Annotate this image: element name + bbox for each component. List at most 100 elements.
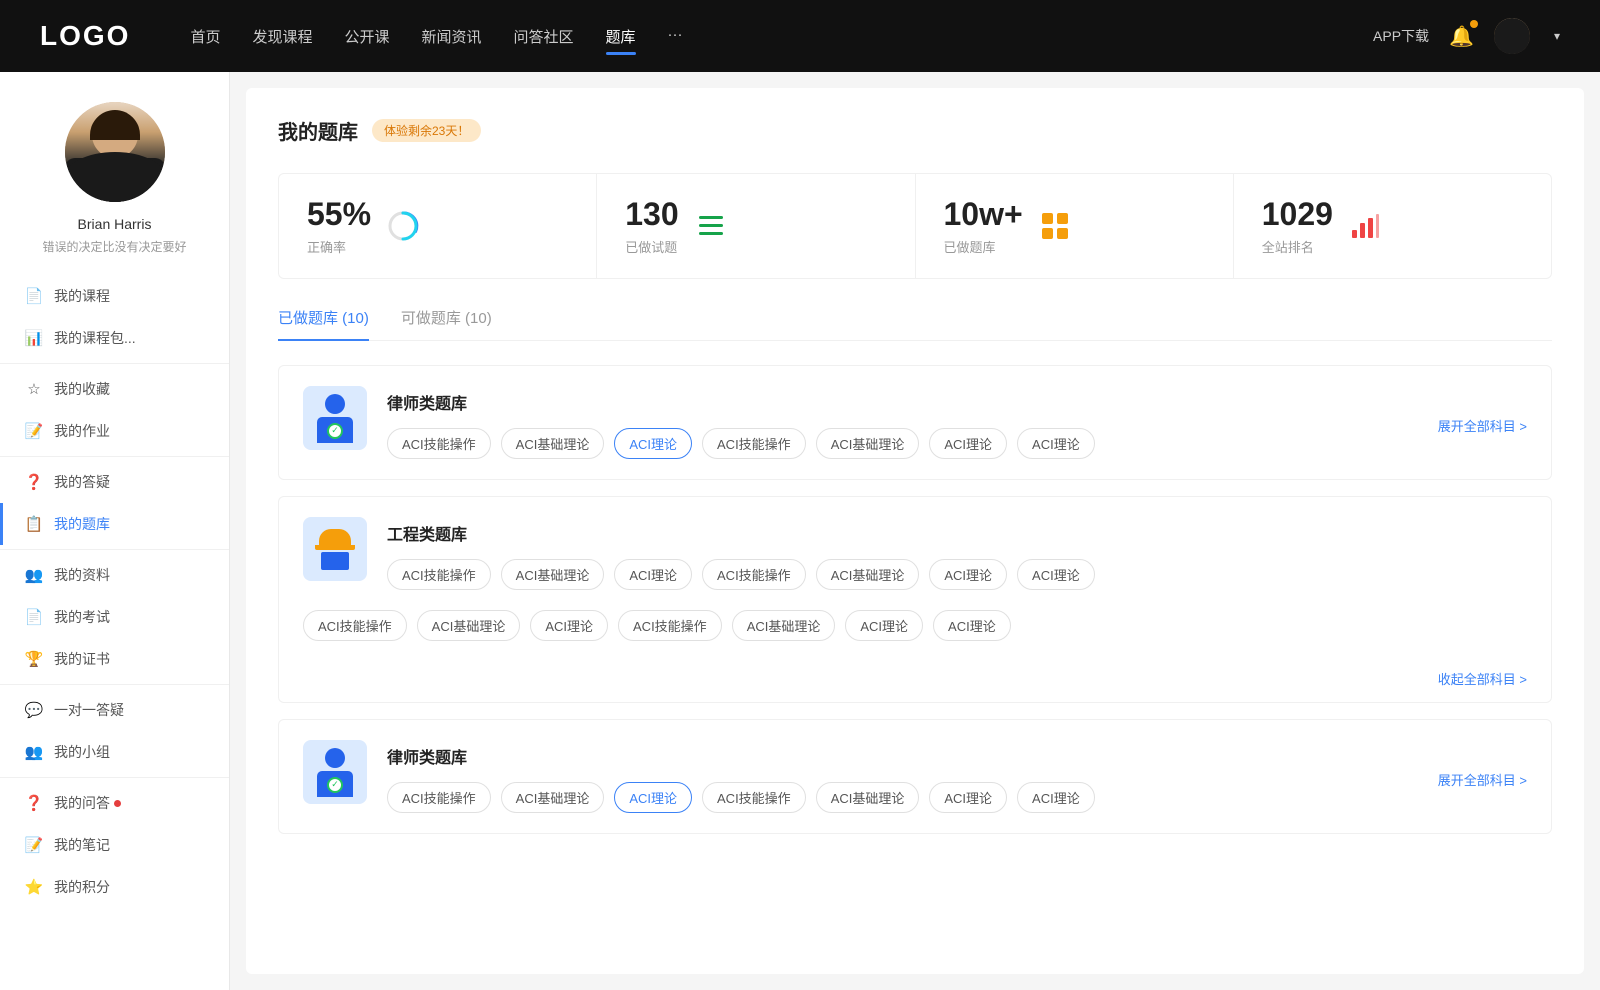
tag[interactable]: ACI技能操作 xyxy=(387,428,491,459)
sidebar-item-my-points[interactable]: ⭐我的积分 xyxy=(0,866,229,908)
stat-number: 10w+ xyxy=(944,196,1023,233)
tags-row: ACI技能操作 ACI基础理论 ACI理论 ACI技能操作 ACI基础理论 ACI理论 AC… xyxy=(387,428,1438,459)
tag[interactable]: ACI技能操作 xyxy=(387,559,491,590)
tag[interactable]: ACI理论 xyxy=(845,610,923,641)
tag[interactable]: ACI基础理论 xyxy=(816,428,920,459)
qbank-section-qbank-1: ✓ 律师类题库 ACI技能操作ACI基础理论ACI理论ACI技能操作ACI基础理… xyxy=(278,365,1552,480)
tag[interactable]: ACI理论 xyxy=(614,559,692,590)
sidebar-item-my-profile[interactable]: 👥我的资料 xyxy=(0,554,229,596)
nav-link-···[interactable]: ··· xyxy=(668,22,683,51)
sidebar-item-my-favorites[interactable]: ☆我的收藏 xyxy=(0,368,229,410)
logo[interactable]: LOGO xyxy=(40,20,130,52)
tag[interactable]: ACI理论 xyxy=(933,610,1011,641)
sidebar-item-my-homework[interactable]: 📝我的作业 xyxy=(0,410,229,452)
tag[interactable]: ACI理论 xyxy=(1017,559,1095,590)
app-download-link[interactable]: APP下载 xyxy=(1373,26,1429,46)
tag[interactable]: ACI基础理论 xyxy=(417,610,521,641)
sidebar-item-my-notes[interactable]: 📝我的笔记 xyxy=(0,824,229,866)
navbar: LOGO 首页 发现课程 公开课 新闻资讯 问答社区 题库 ··· APP下载 🔔 ▾ xyxy=(0,0,1600,72)
tag[interactable]: ACI技能操作 xyxy=(702,782,806,813)
sidebar-item-label-one-on-one: 一对一答疑 xyxy=(54,700,124,720)
my-cert-icon: 🏆 xyxy=(24,649,44,669)
tag[interactable]: ACI技能操作 xyxy=(702,559,806,590)
sidebar-divider xyxy=(0,549,229,550)
sidebar-item-my-course-pack[interactable]: 📊我的课程包... xyxy=(0,317,229,359)
tag[interactable]: ACI技能操作 xyxy=(387,782,491,813)
tag[interactable]: ACI基础理论 xyxy=(501,559,605,590)
qbank-title: 律师类题库 xyxy=(387,744,1438,768)
nav-link-问答社区[interactable]: 问答社区 xyxy=(514,22,574,51)
tag[interactable]: ACI基础理论 xyxy=(501,782,605,813)
expand-link[interactable]: 展开全部科目 > xyxy=(1438,740,1527,789)
tag[interactable]: ACI理论 xyxy=(614,782,692,813)
sidebar-item-my-exam[interactable]: 📄我的考试 xyxy=(0,596,229,638)
qbank-header: 工程类题库 ACI技能操作 ACI基础理论 ACI理论 ACI技能操作 ACI基础理论 A… xyxy=(279,497,1551,610)
grid-icon xyxy=(1037,208,1073,244)
nav-link-首页[interactable]: 首页 xyxy=(190,22,220,51)
sidebar-item-my-questions[interactable]: ❓我的问答 xyxy=(0,782,229,824)
chart-pie xyxy=(385,208,421,244)
tag[interactable]: ACI基础理论 xyxy=(501,428,605,459)
one-on-one-icon: 💬 xyxy=(24,700,44,720)
tag[interactable]: ACI理论 xyxy=(614,428,692,459)
qbank-title: 工程类题库 xyxy=(387,521,1527,545)
user-menu-chevron[interactable]: ▾ xyxy=(1554,29,1560,43)
tag[interactable]: ACI技能操作 xyxy=(702,428,806,459)
my-qbank-icon: 📋 xyxy=(24,514,44,534)
sidebar-motto: 错误的决定比没有决定要好 xyxy=(22,238,206,255)
tag[interactable]: ACI理论 xyxy=(929,559,1007,590)
sidebar-item-my-qa[interactable]: ❓ 我的答疑 xyxy=(0,461,229,503)
tag[interactable]: ACI基础理论 xyxy=(816,782,920,813)
stat-bar-chart-icon: 1029 全站排名 xyxy=(1234,174,1551,278)
nav-link-发现课程[interactable]: 发现课程 xyxy=(252,22,312,51)
tab-已做题库 (10)[interactable]: 已做题库 (10) xyxy=(278,307,369,340)
main-layout: Brian Harris 错误的决定比没有决定要好 📄我的课程📊我的课程包...… xyxy=(0,72,1600,990)
tag[interactable]: ACI理论 xyxy=(929,782,1007,813)
sidebar-menu: 📄我的课程📊我的课程包... ☆我的收藏📝我的作业 ❓ 我的答疑 📋我的题库 👥我的资料📄… xyxy=(0,275,229,908)
stat-grid-icon: 10w+ 已做题库 xyxy=(916,174,1234,278)
expand-link[interactable]: 展开全部科目 > xyxy=(1438,386,1527,435)
sidebar-item-label-my-exam: 我的考试 xyxy=(54,607,110,627)
nav-link-公开课[interactable]: 公开课 xyxy=(344,22,389,51)
qbank-tags-area: ACI技能操作 ACI基础理论 ACI理论 ACI技能操作 ACI基础理论 ACI理论 AC… xyxy=(279,610,1551,661)
user-avatar[interactable] xyxy=(1494,18,1530,54)
tag[interactable]: ACI基础理论 xyxy=(816,559,920,590)
notification-bell[interactable]: 🔔 xyxy=(1449,24,1474,49)
qbank-info: 律师类题库 ACI技能操作ACI基础理论ACI理论ACI技能操作ACI基础理论A… xyxy=(387,386,1438,459)
sidebar-item-one-on-one[interactable]: 💬 一对一答疑 xyxy=(0,689,229,731)
nav-link-新闻资讯[interactable]: 新闻资讯 xyxy=(422,22,482,51)
content-inner: 我的题库 体验剩余23天！ 55% 正确率 130 已做试题 10w+ 已做题库… xyxy=(246,88,1584,974)
tag[interactable]: ACI理论 xyxy=(530,610,608,641)
qbank-header: ✓ 律师类题库 ACI技能操作 ACI基础理论 ACI理论 ACI技能操作 ACI基础理… xyxy=(279,720,1551,833)
tag[interactable]: ACI基础理论 xyxy=(732,610,836,641)
qbank-section-qbank-2: 工程类题库 ACI技能操作ACI基础理论ACI理论ACI技能操作ACI基础理论A… xyxy=(278,496,1552,703)
sidebar-item-label-my-qa: 我的答疑 xyxy=(54,472,110,492)
tag[interactable]: ACI理论 xyxy=(1017,428,1095,459)
nav-link-题库[interactable]: 题库 xyxy=(606,22,636,51)
my-homework-icon: 📝 xyxy=(24,421,44,441)
collapse-link[interactable]: 收起全部科目 > xyxy=(279,661,1551,702)
qbank-header: ✓ 律师类题库 ACI技能操作ACI基础理论ACI理论ACI技能操作ACI基础理… xyxy=(279,366,1551,479)
sidebar-item-my-course[interactable]: 📄我的课程 xyxy=(0,275,229,317)
qbanks-container: ✓ 律师类题库 ACI技能操作 ACI基础理论 ACI理论 ACI技能操作 ACI基础理… xyxy=(278,365,1552,834)
my-questions-icon: ❓ xyxy=(24,793,44,813)
sidebar-item-my-group[interactable]: 👥我的小组 xyxy=(0,731,229,773)
stat-number: 130 xyxy=(625,196,678,233)
sidebar-item-my-cert[interactable]: 🏆我的证书 xyxy=(0,638,229,680)
stat-number: 1029 xyxy=(1262,196,1333,233)
stat-label: 已做试题 xyxy=(625,237,678,256)
my-qa-icon: ❓ xyxy=(24,472,44,492)
stats-row: 55% 正确率 130 已做试题 10w+ 已做题库 1029 全站排名 xyxy=(278,173,1552,279)
sidebar-item-my-qbank[interactable]: 📋我的题库 xyxy=(0,503,229,545)
sidebar-divider xyxy=(0,456,229,457)
tag[interactable]: ACI技能操作 xyxy=(303,610,407,641)
tag[interactable]: ACI技能操作 xyxy=(618,610,722,641)
tab-可做题库 (10)[interactable]: 可做题库 (10) xyxy=(401,307,492,340)
trial-badge: 体验剩余23天！ xyxy=(372,119,481,142)
stat-label: 正确率 xyxy=(307,237,371,256)
stat-list-icon: 130 已做试题 xyxy=(597,174,915,278)
tag[interactable]: ACI理论 xyxy=(1017,782,1095,813)
tag[interactable]: ACI理论 xyxy=(929,428,1007,459)
navbar-right: APP下载 🔔 ▾ xyxy=(1373,18,1560,54)
qbank-icon: ✓ xyxy=(303,740,367,804)
